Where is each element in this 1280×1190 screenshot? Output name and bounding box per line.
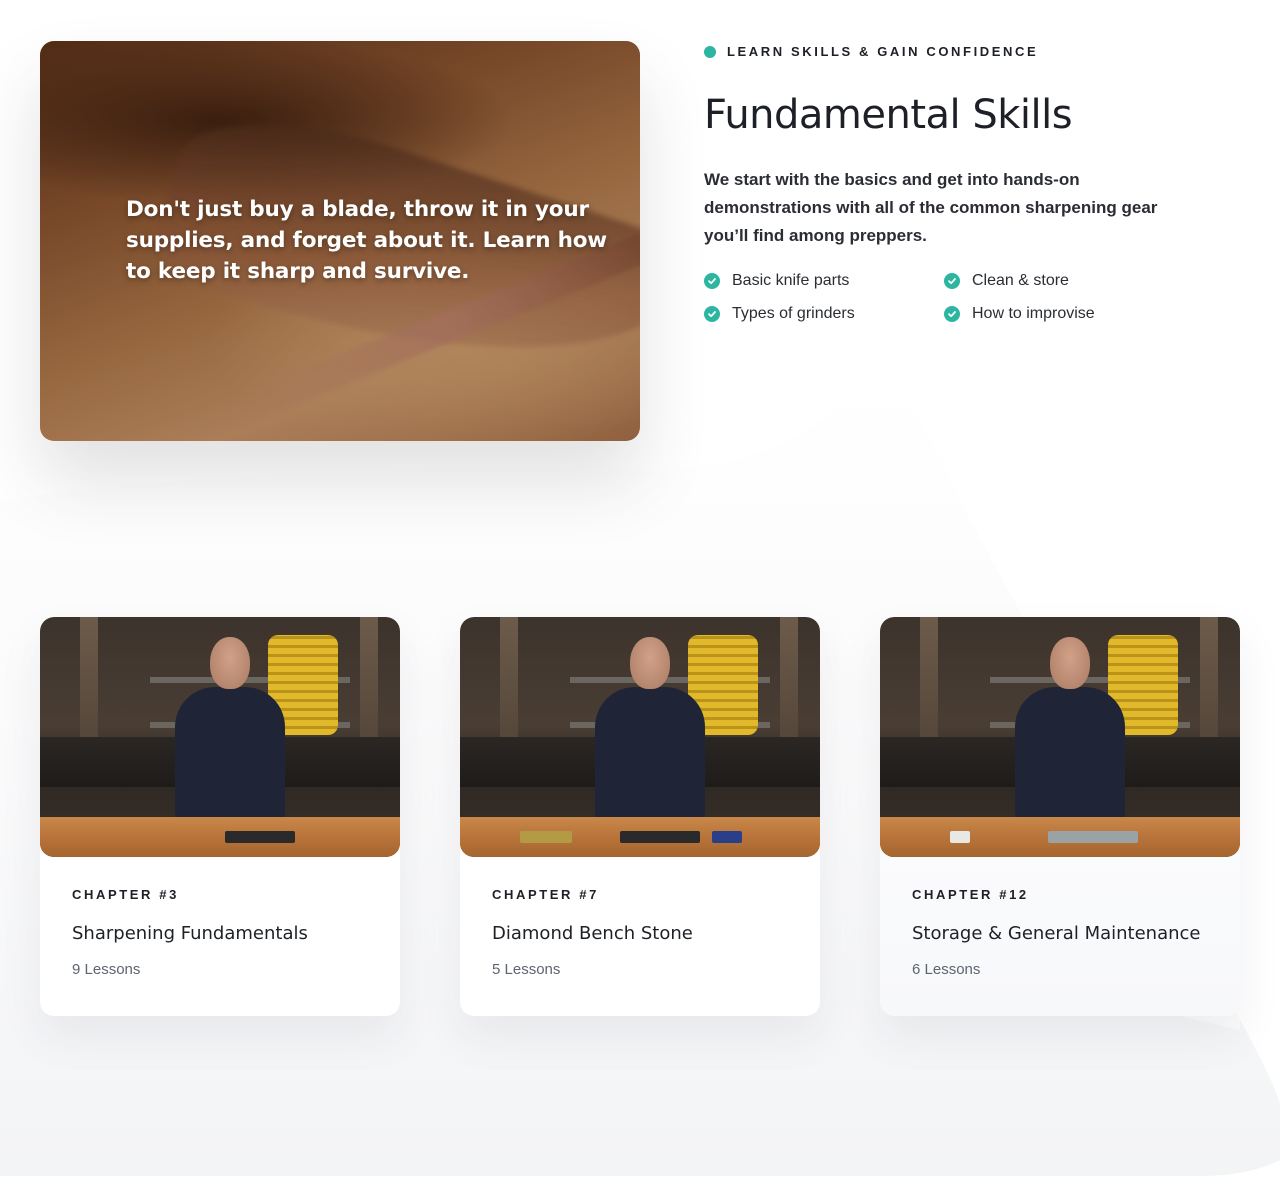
feature-item: Clean & store: [944, 271, 1184, 291]
feature-item: Types of grinders: [704, 304, 944, 324]
section-description: We start with the basics and get into ha…: [704, 170, 1158, 245]
chapter-number: CHAPTER #7: [492, 887, 599, 902]
feature-label: Types of grinders: [732, 305, 855, 322]
chapter-card[interactable]: CHAPTER #3 Sharpening Fundamentals 9 Les…: [40, 617, 400, 1016]
section-title: Fundamental Skills: [704, 92, 1073, 138]
feature-label: Basic knife parts: [732, 272, 850, 289]
instructor-figure: [1015, 637, 1125, 827]
dot-icon: [704, 45, 716, 58]
chapter-title[interactable]: Sharpening Fundamentals: [72, 923, 376, 944]
feature-label: How to improvise: [972, 305, 1095, 322]
chapter-card-list: CHAPTER #3 Sharpening Fundamentals 9 Les…: [40, 617, 1240, 1017]
chapter-title[interactable]: Storage & General Maintenance: [912, 923, 1216, 944]
chapter-thumbnail[interactable]: [460, 617, 820, 857]
chapter-number: CHAPTER #3: [72, 887, 179, 902]
feature-list: Basic knife parts Clean & store Types of…: [704, 271, 1184, 324]
instructor-figure: [175, 637, 285, 827]
check-circle-icon: [944, 273, 960, 289]
check-circle-icon: [944, 306, 960, 322]
chapter-card[interactable]: CHAPTER #7 Diamond Bench Stone 5 Lessons: [460, 617, 820, 1016]
section-eyebrow: LEARN SKILLS & GAIN CONFIDENCE: [704, 44, 1038, 59]
lesson-count: 6 Lessons: [912, 961, 981, 978]
hero-image: Don't just buy a blade, throw it in your…: [40, 41, 640, 441]
feature-label: Clean & store: [972, 272, 1069, 289]
feature-item: How to improvise: [944, 304, 1184, 324]
chapter-thumbnail[interactable]: [880, 617, 1240, 857]
chapter-thumbnail[interactable]: [40, 617, 400, 857]
hero-quote: Don't just buy a blade, throw it in your…: [126, 197, 607, 284]
lesson-count: 9 Lessons: [72, 961, 141, 978]
instructor-figure: [595, 637, 705, 827]
eyebrow-text: LEARN SKILLS & GAIN CONFIDENCE: [727, 44, 1039, 59]
check-circle-icon: [704, 306, 720, 322]
feature-item: Basic knife parts: [704, 271, 944, 291]
chapter-number: CHAPTER #12: [912, 887, 1029, 902]
check-circle-icon: [704, 273, 720, 289]
lesson-count: 5 Lessons: [492, 961, 561, 978]
page: Don't just buy a blade, throw it in your…: [0, 0, 1280, 1190]
chapter-title[interactable]: Diamond Bench Stone: [492, 923, 796, 944]
chapter-card[interactable]: CHAPTER #12 Storage & General Maintenanc…: [880, 617, 1240, 1016]
